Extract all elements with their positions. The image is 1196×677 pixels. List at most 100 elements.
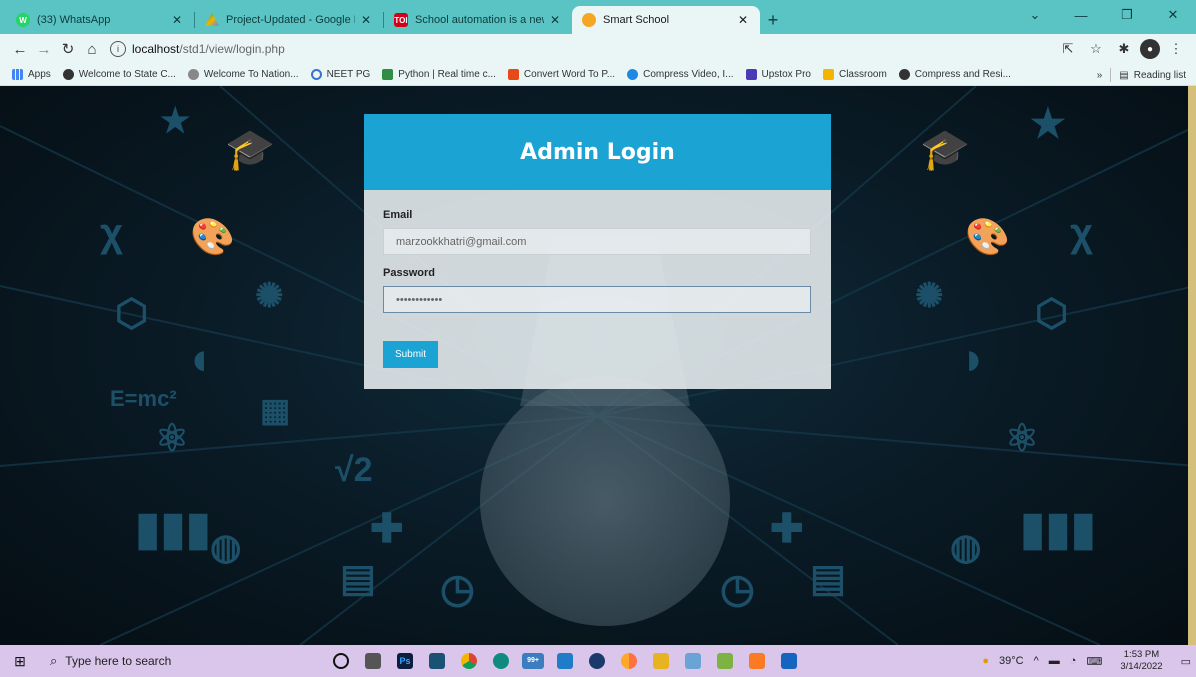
globe-doodle-icon: ◍ [210, 526, 242, 567]
bookmarks-right: » ▤ Reading list [1097, 64, 1186, 86]
file-explorer-icon[interactable] [421, 645, 453, 677]
bookmark-item[interactable]: Classroom [822, 69, 887, 80]
star-icon: ★ [160, 102, 191, 140]
search-placeholder: Type here to search [65, 654, 172, 668]
formula-icon: E=mc² [110, 386, 177, 411]
keyboard-icon[interactable]: ⌨ [1086, 655, 1102, 668]
submit-button[interactable]: Submit [383, 341, 438, 368]
bookmark-item[interactable]: Compress and Resi... [898, 69, 1011, 80]
bookmark-item[interactable]: Convert Word To P... [507, 69, 615, 80]
extensions-icon[interactable]: ✱ [1112, 37, 1136, 61]
tab-title: Project-Updated - Google Drive [226, 14, 355, 26]
bookmarks-overflow-button[interactable]: » [1097, 70, 1103, 81]
new-tab-button[interactable]: + [760, 6, 786, 34]
molecule-icon: ⬡ [1035, 293, 1069, 335]
restore-button[interactable]: ❐ [1104, 0, 1150, 30]
password-field[interactable]: •••••••••••• [383, 286, 811, 313]
tab-school-automation[interactable]: TOI School automation is a new norm ✕ [384, 6, 572, 34]
upstox-icon [745, 69, 757, 80]
battery-icon[interactable]: ▬ [1049, 655, 1060, 667]
globe-icon [62, 69, 74, 80]
brain-icon: ✺ [915, 277, 944, 315]
admin-login-card: Admin Login Email marzookkhatri@gmail.co… [364, 114, 831, 389]
cortana-icon[interactable] [325, 645, 357, 677]
palette-icon: 🎨 [965, 216, 1010, 257]
close-icon[interactable]: ✕ [170, 13, 184, 27]
close-window-button[interactable]: ✕ [1150, 0, 1196, 30]
tab-search-icon[interactable]: ⌄ [1012, 0, 1058, 30]
emblem-icon [187, 69, 199, 80]
profile-avatar[interactable]: ● [1140, 39, 1160, 59]
bookmark-item[interactable]: Compress Video, I... [627, 69, 734, 80]
clock[interactable]: 1:53 PM 3/14/2022 [1115, 649, 1167, 673]
close-icon[interactable]: ✕ [359, 13, 373, 27]
reload-button[interactable]: ↻ [56, 37, 80, 61]
app-icon[interactable] [581, 645, 613, 677]
bookmark-item[interactable]: Upstox Pro [745, 69, 811, 80]
notification-icon[interactable]: ▭ [1181, 655, 1191, 668]
windows-start-icon[interactable]: ⊞ [0, 645, 40, 677]
tab-whatsapp[interactable]: W (33) WhatsApp ✕ [6, 6, 194, 34]
chrome-canary-icon[interactable] [613, 645, 645, 677]
globe-doodle-icon: ◍ [950, 526, 982, 567]
vscode-icon[interactable] [549, 645, 581, 677]
page-edge-strip [1188, 86, 1196, 645]
photoshop-icon[interactable]: Ps [389, 645, 421, 677]
paint-icon[interactable] [709, 645, 741, 677]
graduation-cap-icon: 🎓 [225, 128, 275, 172]
tab-title: School automation is a new norm [415, 14, 544, 26]
site-info-icon[interactable]: i [110, 41, 126, 57]
bookmark-apps[interactable]: Apps [12, 69, 51, 80]
google-drive-icon [205, 13, 219, 26]
menu-icon[interactable]: ⋮ [1164, 37, 1188, 61]
task-view-icon[interactable] [357, 645, 389, 677]
abacus-icon: ▤ [340, 558, 376, 600]
toolbar-actions: ⇱ ☆ ✱ ● ⋮ [1056, 37, 1188, 61]
address-bar[interactable]: i localhost/std1/view/login.php [110, 38, 1056, 60]
weather-temp[interactable]: 39°C [999, 655, 1024, 667]
bookmark-item[interactable]: Welcome To Nation... [187, 69, 299, 80]
email-field[interactable]: marzookkhatri@gmail.com [383, 228, 811, 255]
share-icon[interactable]: ⇱ [1056, 37, 1080, 61]
mail-badge-icon[interactable]: 99+ [517, 645, 549, 677]
protractor-icon: ◗ [960, 332, 988, 384]
email-label: Email [383, 209, 413, 221]
taskbar-search[interactable]: ⌕ Type here to search [40, 645, 300, 677]
close-icon[interactable]: ✕ [548, 13, 562, 27]
page-title: Admin Login [520, 139, 675, 165]
folder-icon[interactable] [645, 645, 677, 677]
tab-google-drive[interactable]: Project-Updated - Google Drive ✕ [195, 6, 383, 34]
login-form: Email marzookkhatri@gmail.com Password •… [364, 190, 831, 368]
tab-title: Smart School [603, 14, 670, 26]
bookmark-item[interactable]: Welcome to State C... [62, 69, 176, 80]
login-card-header: Admin Login [364, 114, 831, 190]
close-icon[interactable]: ✕ [736, 13, 750, 27]
tab-smart-school[interactable]: Smart School ✕ [572, 6, 760, 34]
tab-title: (33) WhatsApp [37, 14, 111, 26]
bookmark-star-icon[interactable]: ☆ [1084, 37, 1108, 61]
back-button[interactable]: ← [8, 37, 32, 61]
forward-button[interactable]: → [32, 37, 56, 61]
abacus-icon: ▤ [810, 558, 846, 600]
photos-icon[interactable] [773, 645, 805, 677]
chevron-up-icon[interactable]: ^ [1034, 655, 1039, 667]
search-icon: ⌕ [50, 653, 58, 668]
edge-icon[interactable] [485, 645, 517, 677]
bookmark-item[interactable]: NEET PG [310, 69, 370, 80]
page-background: ★ 🎓 🎨 χ ⬡ ✺ ◖ E=mc² ⚛ ▦ ▮▮▮ ◍ ▤ ◷ √2 ✚ ★… [0, 86, 1196, 645]
weather-icon: ● [982, 655, 990, 667]
xampp-icon[interactable] [741, 645, 773, 677]
apps-grid-icon [12, 69, 23, 80]
bookmark-item[interactable]: Python | Real time c... [382, 69, 496, 80]
reading-list-button[interactable]: Reading list [1134, 70, 1186, 81]
network-icon[interactable]: ◔ [1070, 655, 1077, 667]
graduation-cap-icon: 🎓 [920, 128, 970, 172]
minimize-button[interactable]: — [1058, 0, 1104, 30]
variable-x-icon: χ [100, 211, 124, 255]
atom-icon: ⚛ [155, 418, 190, 460]
home-button[interactable]: ⌂ [80, 37, 104, 61]
notepad-icon[interactable] [677, 645, 709, 677]
url-host: localhost [132, 42, 180, 56]
chrome-icon[interactable] [453, 645, 485, 677]
